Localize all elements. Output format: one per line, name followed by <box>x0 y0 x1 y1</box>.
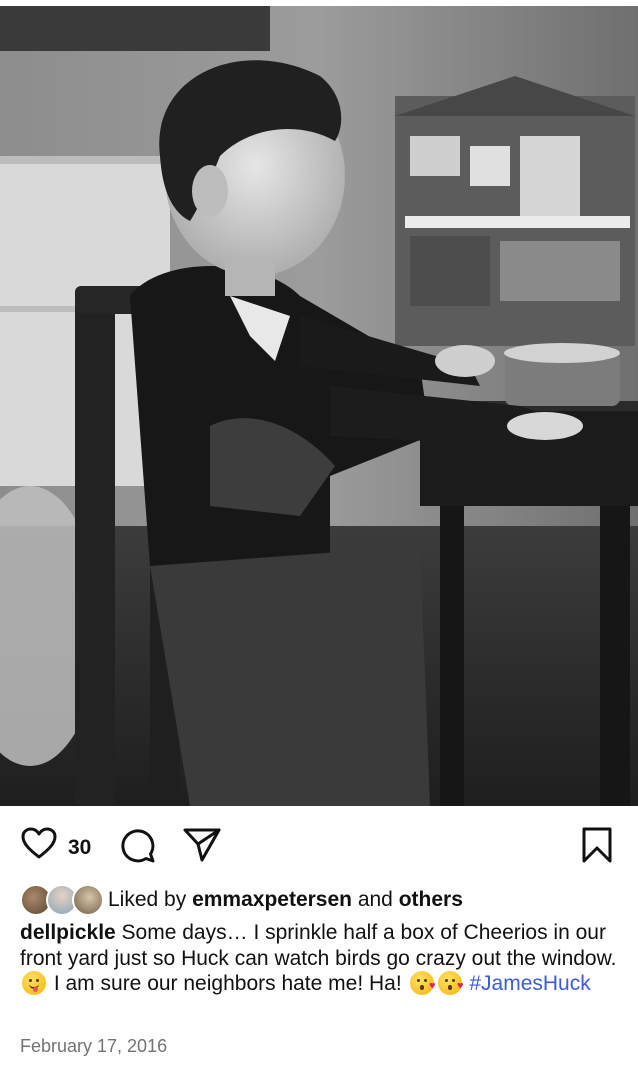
face-blowing-kiss-icon: ♥ <box>409 971 436 995</box>
liked-by-others-link[interactable]: others <box>399 888 463 911</box>
caption-text-2: I am sure our neighbors hate me! Ha! <box>48 972 408 995</box>
post-photo[interactable] <box>0 6 638 806</box>
save-button[interactable] <box>580 826 614 864</box>
liked-by-user-link[interactable]: emmaxpetersen <box>192 888 352 911</box>
post-action-bar: 30 <box>0 806 638 884</box>
heart-outline-icon <box>21 827 57 859</box>
bookmark-icon <box>582 827 612 863</box>
caption-username[interactable]: dellpickle <box>20 921 116 944</box>
photo-image <box>0 6 638 806</box>
post-caption: dellpickle Some days… I sprinkle half a … <box>20 920 620 997</box>
like-button[interactable] <box>20 826 58 860</box>
like-count[interactable]: 30 <box>68 836 91 860</box>
comment-bubble-icon <box>121 829 155 863</box>
liked-by-text: Liked by emmaxpetersen and others <box>108 888 463 912</box>
paper-plane-icon <box>183 828 221 862</box>
comment-button[interactable] <box>118 826 156 864</box>
hashtag-link[interactable]: #JamesHuck <box>469 972 590 995</box>
share-button[interactable] <box>182 826 222 864</box>
avatar[interactable] <box>72 884 104 916</box>
liker-avatars[interactable] <box>20 884 104 916</box>
post-date: February 17, 2016 <box>20 1036 168 1056</box>
liked-by-prefix: Liked by <box>108 888 187 911</box>
face-savoring-food-icon <box>22 971 46 995</box>
liked-by-line[interactable]: Liked by emmaxpetersen and others <box>20 884 463 916</box>
face-blowing-kiss-icon: ♥ <box>437 971 464 995</box>
liked-by-joiner: and <box>357 888 393 911</box>
